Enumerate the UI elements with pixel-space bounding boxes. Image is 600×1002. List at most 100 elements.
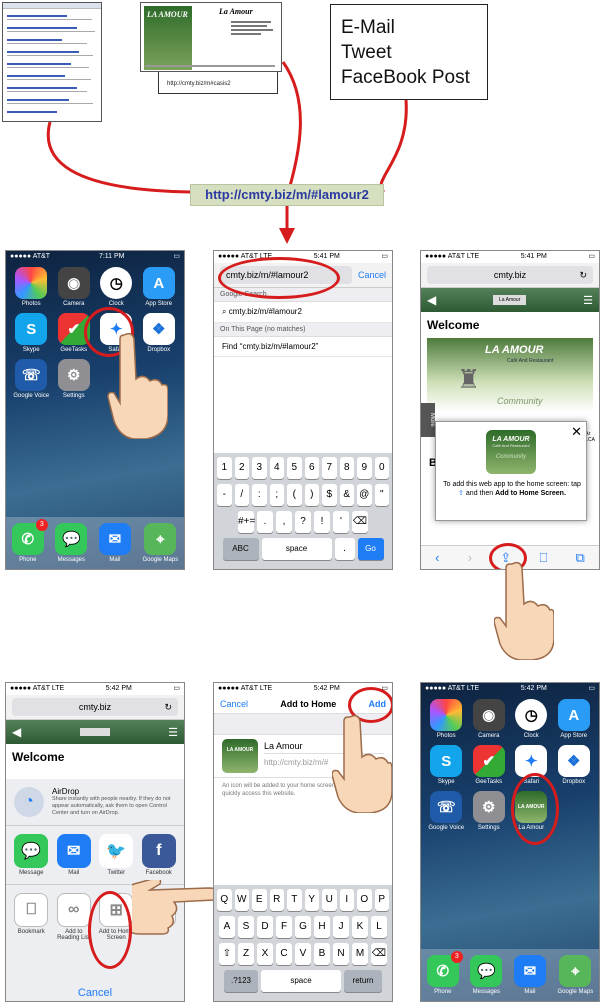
letter-key[interactable]: W (234, 889, 249, 911)
symbol-key[interactable]: , (276, 511, 292, 533)
letter-key[interactable]: R (269, 889, 284, 911)
close-icon[interactable]: ✕ (571, 424, 582, 440)
app-google-voice[interactable]: ☏ Google Voice (12, 359, 51, 399)
app-photos[interactable]: Photos (12, 267, 51, 307)
letter-key[interactable]: C (276, 943, 292, 965)
symbol-key[interactable]: ; (269, 484, 284, 506)
find-on-page[interactable]: Find “cmty.biz/m/#lamour2” (214, 337, 392, 357)
num-key[interactable]: 8 (339, 457, 354, 479)
cancel-button[interactable]: Cancel (6, 987, 184, 999)
num-key[interactable]: 5 (287, 457, 302, 479)
letter-key[interactable]: L (371, 916, 387, 938)
return-key[interactable]: return (344, 970, 382, 992)
num-key[interactable]: 7 (322, 457, 337, 479)
symbol-key[interactable]: ⌫ (352, 511, 368, 533)
letter-key[interactable]: F (276, 916, 292, 938)
search-suggestion[interactable]: ⌕ cmty.biz/m/#lamour2 (214, 302, 392, 323)
app-skype[interactable]: S Skype (427, 745, 466, 785)
letter-key[interactable]: T (287, 889, 302, 911)
app-settings[interactable]: ⚙ Settings (470, 791, 509, 831)
letter-key[interactable]: I (339, 889, 354, 911)
symbol-key[interactable]: ? (295, 511, 311, 533)
symbol-key[interactable]: & (339, 484, 354, 506)
letter-key[interactable]: A (219, 916, 235, 938)
symbol-key[interactable]: $ (322, 484, 337, 506)
url-banner[interactable]: http://cmty.biz/m/#lamour2 (190, 184, 384, 206)
forward-icon[interactable]: › (468, 550, 472, 565)
tabs-icon[interactable]: ⧉ (576, 550, 585, 566)
letter-key[interactable]: K (352, 916, 368, 938)
more-tab[interactable]: More (421, 403, 435, 437)
app-dropbox[interactable]: ❖ Dropbox (555, 745, 594, 785)
letter-key[interactable]: H (314, 916, 330, 938)
symbol-key[interactable]: #+= (238, 511, 255, 533)
letter-key[interactable]: Z (238, 943, 254, 965)
back-icon[interactable]: ‹ (435, 550, 439, 565)
go-key[interactable]: Go (357, 538, 384, 560)
menu-icon[interactable]: ☰ (583, 294, 593, 307)
app-geetasks[interactable]: ✔ GeeTasks (470, 745, 509, 785)
cancel-button[interactable]: Cancel (358, 270, 386, 280)
letter-key[interactable]: P (374, 889, 389, 911)
dock-mail[interactable]: ✉ Mail (98, 523, 131, 569)
share-facebook[interactable]: f Facebook (139, 834, 179, 876)
letter-key[interactable]: G (295, 916, 311, 938)
back-arrow-icon[interactable]: ◀ (12, 725, 21, 739)
letter-key[interactable]: O (357, 889, 372, 911)
domain-field[interactable]: cmty.biz ↻ (12, 698, 178, 716)
symbol-key[interactable]: ' (333, 511, 349, 533)
space-key[interactable]: space (261, 970, 341, 992)
app-clock[interactable]: ◷ Clock (97, 267, 136, 307)
back-arrow-icon[interactable]: ◀ (427, 293, 436, 307)
num-key[interactable]: 6 (304, 457, 319, 479)
num-key[interactable]: 9 (357, 457, 372, 479)
dock-phone[interactable]: ✆ 3 Phone (426, 951, 463, 1001)
symbol-key[interactable]: / (234, 484, 249, 506)
space-key[interactable]: space (261, 538, 332, 560)
app-photos[interactable]: Photos (427, 699, 466, 739)
app-appstore[interactable]: A App Store (140, 267, 179, 307)
letter-key[interactable]: V (295, 943, 311, 965)
app-appstore[interactable]: A App Store (555, 699, 594, 739)
symbol-key[interactable]: - (217, 484, 232, 506)
share-message[interactable]: 💬 Message (11, 834, 51, 876)
symbol-key[interactable]: ( (287, 484, 302, 506)
letter-key[interactable]: M (352, 943, 368, 965)
letter-key[interactable]: E (252, 889, 267, 911)
share-twitter[interactable]: 🐦 Twitter (96, 834, 136, 876)
domain-field[interactable]: cmty.biz ↻ (427, 266, 593, 284)
app-skype[interactable]: S Skype (12, 313, 51, 353)
numbers-key[interactable]: .?123 (224, 970, 258, 992)
letter-key[interactable]: N (333, 943, 349, 965)
letter-key[interactable]: U (322, 889, 337, 911)
app-google-voice[interactable]: ☏ Google Voice (427, 791, 466, 831)
app-camera[interactable]: ◉ Camera (470, 699, 509, 739)
symbol-key[interactable]: ! (314, 511, 330, 533)
num-key[interactable]: 1 (217, 457, 232, 479)
num-key[interactable]: 4 (269, 457, 284, 479)
symbol-key[interactable]: " (374, 484, 389, 506)
menu-icon[interactable]: ☰ (168, 726, 178, 739)
letter-key[interactable]: S (238, 916, 254, 938)
symbol-key[interactable]: ) (304, 484, 319, 506)
dock-maps[interactable]: ⌖ Google Maps (143, 523, 178, 569)
symbol-key[interactable]: . (257, 511, 273, 533)
symbol-key[interactable]: : (252, 484, 267, 506)
letter-key[interactable]: ⇧ (219, 943, 235, 965)
dock-messages[interactable]: 💬 Messages (470, 955, 503, 1001)
num-key[interactable]: 2 (234, 457, 249, 479)
cancel-button[interactable]: Cancel (220, 699, 248, 709)
letter-key[interactable]: J (333, 916, 349, 938)
num-key[interactable]: 0 (374, 457, 389, 479)
letter-key[interactable]: B (314, 943, 330, 965)
letter-key[interactable]: Q (217, 889, 232, 911)
dot-key[interactable]: . (334, 538, 355, 560)
reload-icon[interactable]: ↻ (579, 266, 587, 284)
letter-key[interactable]: ⌫ (371, 943, 387, 965)
symbol-key[interactable]: @ (357, 484, 372, 506)
abc-key[interactable]: ABC (222, 538, 259, 560)
app-settings[interactable]: ⚙ Settings (55, 359, 94, 399)
dock-maps[interactable]: ⌖ Google Maps (558, 955, 593, 1001)
reload-icon[interactable]: ↻ (164, 698, 172, 716)
share-mail[interactable]: ✉ Mail (54, 834, 94, 876)
